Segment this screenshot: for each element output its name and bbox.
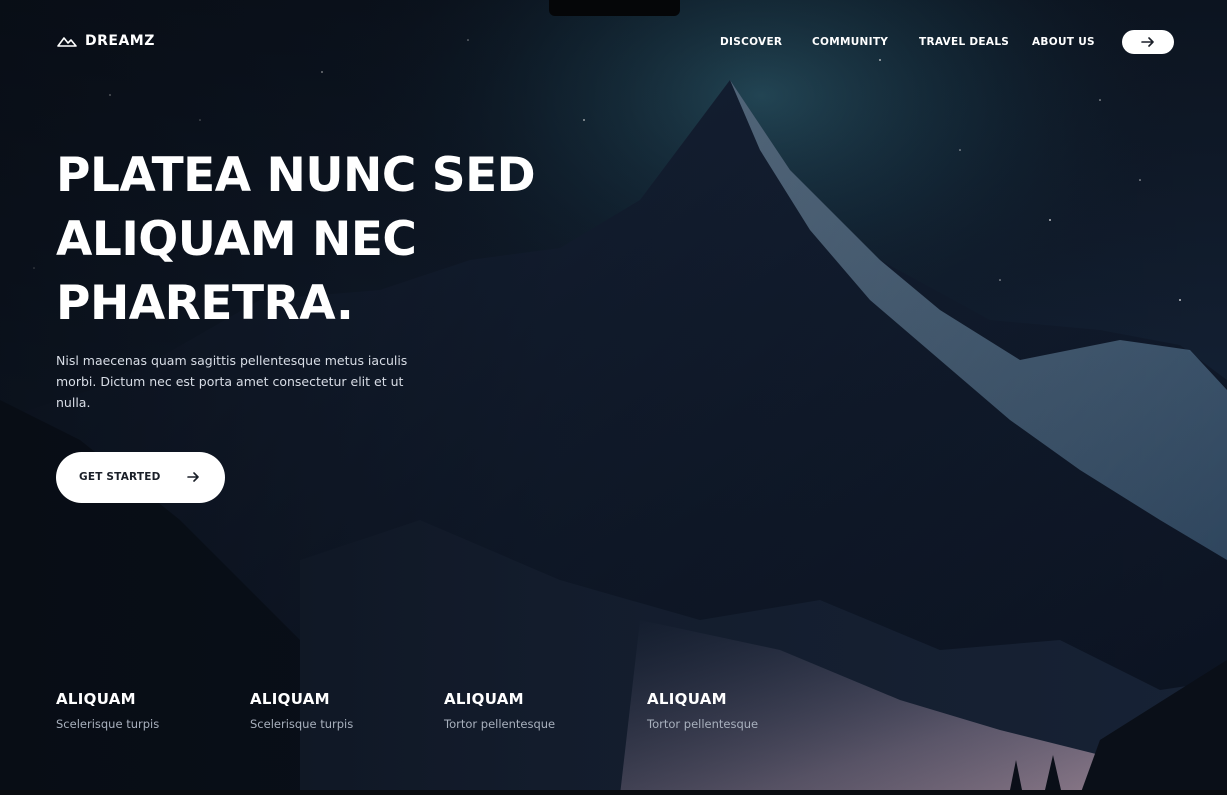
- get-started-button[interactable]: GET STARTED: [56, 452, 225, 503]
- get-started-label: GET STARTED: [79, 471, 161, 483]
- feature-subtitle: Scelerisque turpis: [250, 717, 354, 731]
- bottom-edge: [0, 790, 1227, 795]
- feature-title: ALIQUAM: [444, 690, 524, 708]
- nav-arrow-button[interactable]: [1122, 30, 1174, 54]
- feature-item: ALIQUAM Scelerisque turpis: [250, 690, 353, 731]
- nav-link-discover[interactable]: DISCOVER: [720, 36, 782, 48]
- brand-name: DREAMZ: [85, 33, 155, 49]
- arrow-right-icon: [1141, 37, 1154, 47]
- hero-headline-line: PHARETRA.: [56, 276, 354, 331]
- brand-logo[interactable]: DREAMZ: [57, 33, 155, 49]
- feature-title: ALIQUAM: [250, 690, 330, 708]
- mountain-logo-icon: [57, 37, 77, 47]
- feature-item: ALIQUAM Tortor pellentesque: [647, 690, 758, 731]
- feature-item: ALIQUAM Scelerisque turpis: [56, 690, 159, 731]
- feature-subtitle: Tortor pellentesque: [647, 717, 759, 731]
- hero-description: Nisl maecenas quam sagittis pellentesque…: [56, 353, 408, 410]
- feature-subtitle: Scelerisque turpis: [56, 717, 160, 731]
- feature-item: ALIQUAM Tortor pellentesque: [444, 690, 555, 731]
- feature-title: ALIQUAM: [56, 690, 136, 708]
- nav-link-travel-deals[interactable]: TRAVEL DEALS: [919, 36, 1009, 48]
- feature-subtitle: Tortor pellentesque: [444, 717, 556, 731]
- hero-headline-line: ALIQUAM NEC: [56, 212, 417, 267]
- top-navbar: DREAMZ DISCOVER COMMUNITY TRAVEL DEALS A…: [0, 0, 1227, 84]
- arrow-right-icon: [187, 472, 199, 482]
- hero-headline: PLATEA NUNC SED ALIQUAM NEC PHARETRA.: [56, 144, 576, 336]
- nav-link-community[interactable]: COMMUNITY: [812, 36, 888, 48]
- feature-title: ALIQUAM: [647, 690, 727, 708]
- hero-headline-line: PLATEA NUNC SED: [56, 148, 536, 203]
- nav-link-about-us[interactable]: ABOUT US: [1032, 36, 1095, 48]
